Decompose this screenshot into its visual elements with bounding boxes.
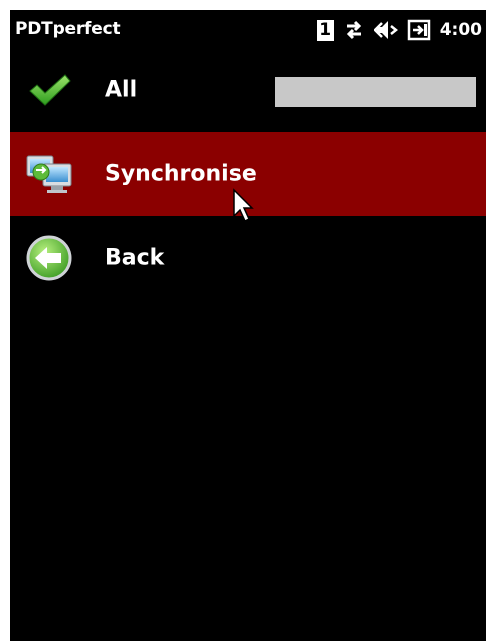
status-icons: 1 4:00 <box>316 16 482 44</box>
back-arrow-icon <box>26 235 72 281</box>
power-plugged-icon <box>407 19 430 41</box>
menu-item-label: All <box>105 77 138 103</box>
all-progress-bar <box>275 77 476 107</box>
data-transfer-icon <box>346 20 361 40</box>
menu-item-back[interactable]: Back <box>10 216 486 300</box>
app-title: PDTperfect <box>15 19 121 39</box>
status-bar: PDTperfect 1 4:00 <box>10 10 486 52</box>
clock: 4:00 <box>439 20 482 40</box>
device-screen: PDTperfect 1 4:00 All Synchronise Back <box>10 10 486 641</box>
checkmark-icon <box>29 74 71 106</box>
mouse-pointer-icon <box>233 188 254 223</box>
speaker-muted-icon <box>373 21 398 39</box>
menu-item-label: Synchronise <box>105 161 257 187</box>
menu-item-label: Back <box>105 245 165 271</box>
sim-slot-icon: 1 <box>316 19 334 41</box>
sync-computer-icon <box>26 155 72 193</box>
menu-item-all[interactable]: All <box>10 48 486 132</box>
